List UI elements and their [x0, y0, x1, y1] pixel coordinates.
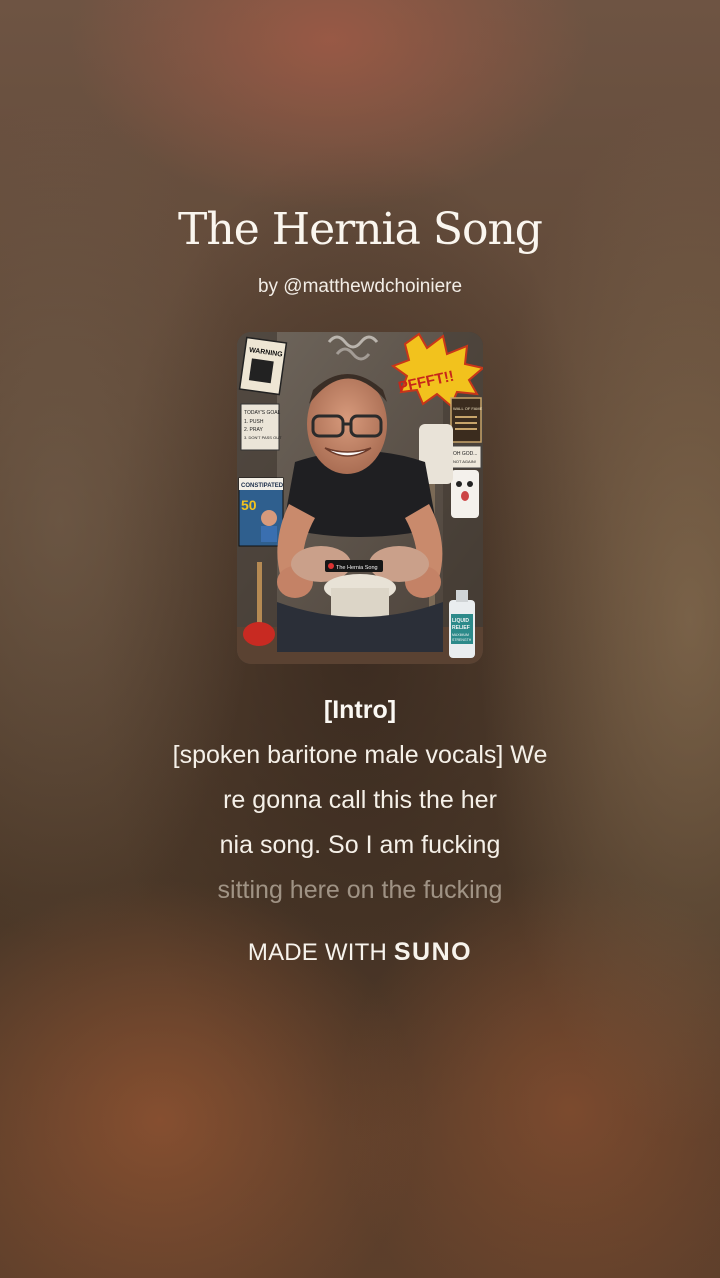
- svg-text:LIQUID: LIQUID: [452, 618, 469, 624]
- lyrics-panel: [Intro] [spoken baritone male vocals] We…: [0, 688, 720, 913]
- wall-of-fame-sign: WALL OF FAME: [450, 397, 483, 443]
- svg-text:The Hernia Song: The Hernia Song: [336, 565, 378, 571]
- toilet-paper-roll: [451, 470, 479, 518]
- liquid-relief-bottle: LIQUID RELIEF MAXIMUM STRENGTH: [449, 590, 475, 658]
- svg-text:CONSTIPATED: CONSTIPATED: [241, 483, 284, 489]
- svg-text:RELIEF: RELIEF: [452, 625, 470, 631]
- warning-sign: WARNING: [238, 336, 288, 396]
- svg-text:2. PRAY: 2. PRAY: [244, 427, 263, 433]
- constipated-poster: CONSTIPATED 50: [238, 477, 284, 547]
- cover-art: WARNING PFFFT!! TODAY'S GOAL 1. PUSH 2. …: [237, 332, 483, 664]
- svg-text:50: 50: [241, 497, 257, 513]
- song-share-card: The Hernia Song by @matthewdchoiniere WA…: [0, 0, 720, 1278]
- made-with-suno-badge[interactable]: MADE WITH SUNO: [0, 934, 720, 971]
- song-label-on-toilet: The Hernia Song: [325, 560, 383, 572]
- lyric-line: [spoken baritone male vocals] We: [172, 741, 548, 769]
- made-with-label: MADE WITH: [247, 939, 387, 966]
- svg-text:STRENGTH: STRENGTH: [452, 638, 472, 642]
- svg-text:NOT AGAIN!: NOT AGAIN!: [453, 459, 476, 464]
- suno-logo: SUNO: [393, 938, 473, 966]
- svg-text:TODAY'S GOAL: TODAY'S GOAL: [244, 410, 281, 416]
- svg-text:MAXIMUM: MAXIMUM: [452, 633, 469, 637]
- goal-sign: TODAY'S GOAL 1. PUSH 2. PRAY 3. DON'T PA…: [240, 403, 282, 451]
- svg-text:WALL OF FAME: WALL OF FAME: [453, 406, 483, 411]
- lyric-line-faded: sitting here on the fucking: [217, 876, 503, 904]
- svg-text:3. DON'T PASS OUT: 3. DON'T PASS OUT: [244, 435, 282, 440]
- svg-text:OH GOD...: OH GOD...: [453, 451, 477, 457]
- oh-god-sign: OH GOD... NOT AGAIN!: [450, 445, 482, 469]
- lyric-line: re gonna call this the her: [223, 786, 497, 814]
- lyric-line: nia song. So I am fucking: [219, 831, 501, 859]
- song-title: The Hernia Song: [178, 204, 543, 255]
- svg-text:1. PUSH: 1. PUSH: [244, 419, 264, 425]
- lyrics-section-tag: [Intro]: [323, 696, 397, 724]
- artist-byline[interactable]: by @matthewdchoiniere: [0, 274, 720, 300]
